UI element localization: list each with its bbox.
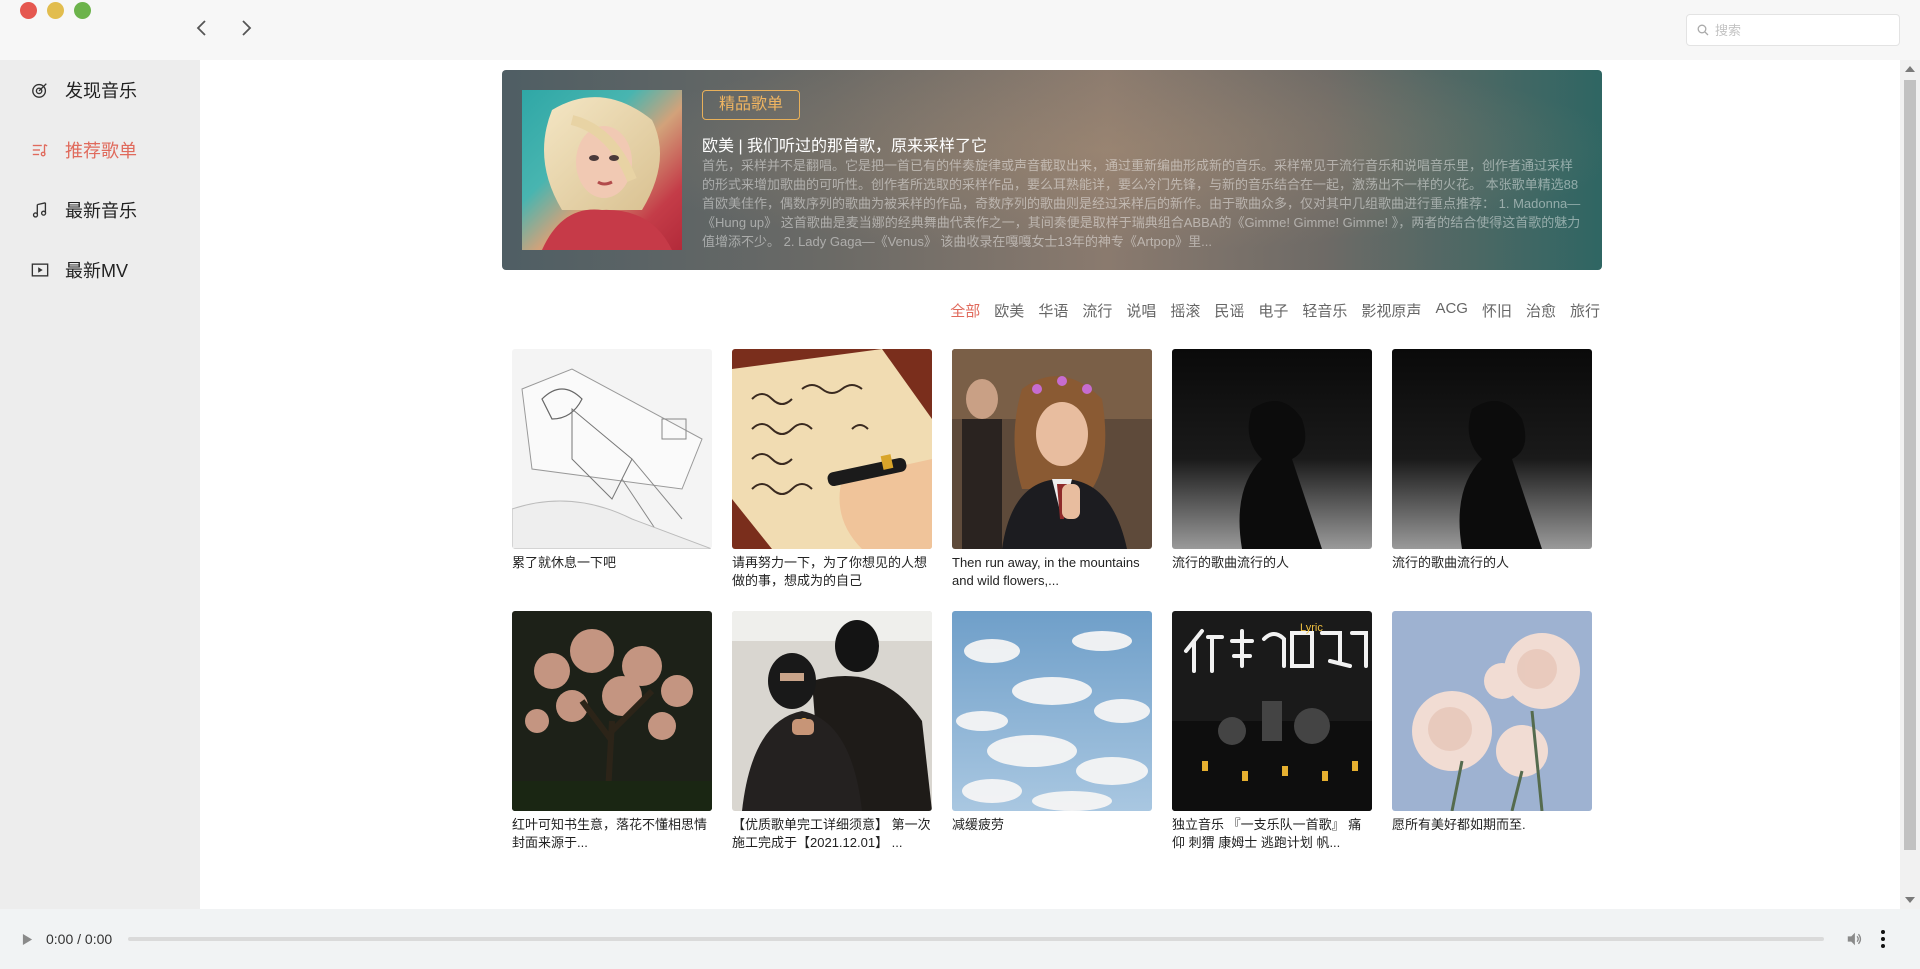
volume-button[interactable]	[1846, 930, 1864, 948]
playlist-card[interactable]: 请再努力一下，为了你想见的人想做的事，想成为的自己	[732, 349, 932, 591]
audio-player: 0:00 / 0:00	[0, 909, 1920, 969]
playlist-card[interactable]: 红叶可知书生意，落花不懂相思情 封面来源于...	[512, 611, 712, 853]
dot-icon	[1881, 944, 1886, 948]
banner-title[interactable]: 欧美 | 我们听过的那首歌，原来采样了它	[702, 132, 987, 156]
playlist-card[interactable]: Then run away, in the mountains and wild…	[952, 349, 1152, 591]
window-controls	[20, 2, 91, 19]
sidebar-item-label: 推荐歌单	[65, 141, 137, 161]
dot-icon	[1881, 937, 1886, 941]
chevron-right-icon	[242, 20, 252, 36]
category-tab[interactable]: 怀旧	[1482, 300, 1512, 321]
category-tab[interactable]: 全部	[950, 300, 980, 321]
sidebar: 发现音乐 推荐歌单 最新音乐 最新MV	[0, 60, 200, 909]
close-window-button[interactable]	[20, 2, 37, 19]
playlist-title[interactable]: 愿所有美好都如期而至.	[1392, 816, 1592, 834]
playlist-title[interactable]: 流行的歌曲流行的人	[1392, 554, 1592, 572]
playlist-title[interactable]: Then run away, in the mountains and wild…	[952, 554, 1152, 590]
playlist-cover[interactable]	[512, 349, 712, 549]
video-play-icon	[30, 260, 50, 280]
main-content: 精品歌单 欧美 | 我们听过的那首歌，原来采样了它 首先，采样并不是翻唱。它是把…	[200, 60, 1900, 909]
playlist-cover[interactable]	[732, 611, 932, 811]
category-tab[interactable]: 电子	[1258, 300, 1288, 321]
search-input[interactable]	[1715, 22, 1885, 38]
playlist-cover[interactable]	[1392, 349, 1592, 549]
search-box[interactable]	[1686, 14, 1900, 46]
minimize-window-button[interactable]	[47, 2, 64, 19]
category-tab[interactable]: ACG	[1435, 300, 1468, 321]
search-icon	[1697, 24, 1709, 36]
vertical-scrollbar[interactable]	[1900, 60, 1920, 909]
playlist-cover[interactable]	[1172, 349, 1372, 549]
category-tab[interactable]: 民谣	[1214, 300, 1244, 321]
playlist-title[interactable]: 独立音乐 『一支乐队一首歌』 痛仰 刺猬 康姆士 逃跑计划 帆...	[1172, 816, 1372, 852]
playlist-card[interactable]: 【优质歌单完工详细须意】 第一次施工完成于【2021.12.01】 ...	[732, 611, 932, 853]
category-tab[interactable]: 华语	[1038, 300, 1068, 321]
playlist-cover[interactable]: Lyric	[1172, 611, 1372, 811]
category-tabs: 全部 欧美 华语 流行 说唱 摇滚 民谣 电子 轻音乐 影视原声 ACG 怀旧 …	[950, 300, 1600, 321]
category-tab[interactable]: 影视原声	[1361, 300, 1421, 321]
category-tab[interactable]: 说唱	[1126, 300, 1156, 321]
scroll-up-arrow-icon[interactable]	[1905, 66, 1915, 72]
sidebar-item-discover-music[interactable]: 发现音乐	[0, 60, 200, 120]
playlist-title[interactable]: 累了就休息一下吧	[512, 554, 712, 572]
scroll-down-arrow-icon[interactable]	[1905, 897, 1915, 903]
category-tab[interactable]: 治愈	[1526, 300, 1556, 321]
playlist-cover[interactable]	[512, 611, 712, 811]
target-icon	[30, 80, 50, 100]
svg-text:Lyric: Lyric	[1300, 622, 1323, 634]
playlist-cover[interactable]	[1392, 611, 1592, 811]
sidebar-item-latest-music[interactable]: 最新音乐	[0, 180, 200, 240]
maximize-window-button[interactable]	[74, 2, 91, 19]
sidebar-item-latest-mv[interactable]: 最新MV	[0, 240, 200, 300]
playlist-card[interactable]: 流行的歌曲流行的人	[1172, 349, 1372, 591]
chevron-left-icon	[196, 20, 206, 36]
playlist-grid: 累了就休息一下吧 请再努力一下，为了你想见的人想做的事，想成为的自己 Then …	[512, 349, 1602, 853]
playlist-cover[interactable]	[952, 611, 1152, 811]
volume-icon	[1847, 932, 1862, 946]
playlist-title[interactable]: 【优质歌单完工详细须意】 第一次施工完成于【2021.12.01】 ...	[732, 816, 932, 852]
playlist-title[interactable]: 红叶可知书生意，落花不懂相思情 封面来源于...	[512, 816, 712, 852]
premium-playlist-tag[interactable]: 精品歌单	[702, 90, 801, 120]
playlist-card[interactable]: 减缓疲劳	[952, 611, 1152, 853]
featured-playlist-banner[interactable]: 精品歌单 欧美 | 我们听过的那首歌，原来采样了它 首先，采样并不是翻唱。它是把…	[502, 70, 1602, 270]
category-tab[interactable]: 旅行	[1570, 300, 1600, 321]
playlist-title[interactable]: 请再努力一下，为了你想见的人想做的事，想成为的自己	[732, 554, 932, 590]
more-options-button[interactable]	[1880, 930, 1886, 948]
banner-description: 首先，采样并不是翻唱。它是把一首已有的伴奏旋律或声音截取出来，通过重新编曲形成新…	[702, 158, 1581, 249]
time-display: 0:00 / 0:00	[46, 931, 113, 947]
playlist-title[interactable]: 流行的歌曲流行的人	[1172, 554, 1372, 572]
sidebar-item-label: 发现音乐	[65, 81, 137, 101]
playlist-card[interactable]: 愿所有美好都如期而至.	[1392, 611, 1592, 853]
playlist-title[interactable]: 减缓疲劳	[952, 816, 1152, 834]
sidebar-item-label: 最新MV	[65, 261, 128, 281]
playlist-card[interactable]: Lyric 独立音乐 『一支乐队一首歌』 痛仰 刺猬 康姆士 逃跑计划 帆...	[1172, 611, 1372, 853]
category-tab[interactable]: 轻音乐	[1302, 300, 1347, 321]
title-bar	[0, 0, 1920, 60]
category-tab[interactable]: 流行	[1082, 300, 1112, 321]
sidebar-item-recommended-playlists[interactable]: 推荐歌单	[0, 120, 200, 180]
music-note-icon	[30, 200, 50, 220]
playlist-card[interactable]: 累了就休息一下吧	[512, 349, 712, 591]
scrollbar-thumb[interactable]	[1904, 80, 1916, 850]
progress-bar[interactable]	[128, 937, 1825, 941]
forward-button[interactable]	[234, 16, 258, 40]
category-tab[interactable]: 摇滚	[1170, 300, 1200, 321]
playlist-cover[interactable]	[732, 349, 932, 549]
category-tab[interactable]: 欧美	[994, 300, 1024, 321]
back-button[interactable]	[190, 16, 214, 40]
dot-icon	[1881, 930, 1886, 934]
playlist-card[interactable]: 流行的歌曲流行的人	[1392, 349, 1592, 591]
playlist-icon	[30, 140, 50, 160]
sidebar-item-label: 最新音乐	[65, 201, 137, 221]
banner-cover-image[interactable]	[522, 90, 682, 250]
play-icon	[22, 933, 32, 945]
playlist-cover[interactable]	[952, 349, 1152, 549]
play-button[interactable]	[20, 932, 34, 946]
